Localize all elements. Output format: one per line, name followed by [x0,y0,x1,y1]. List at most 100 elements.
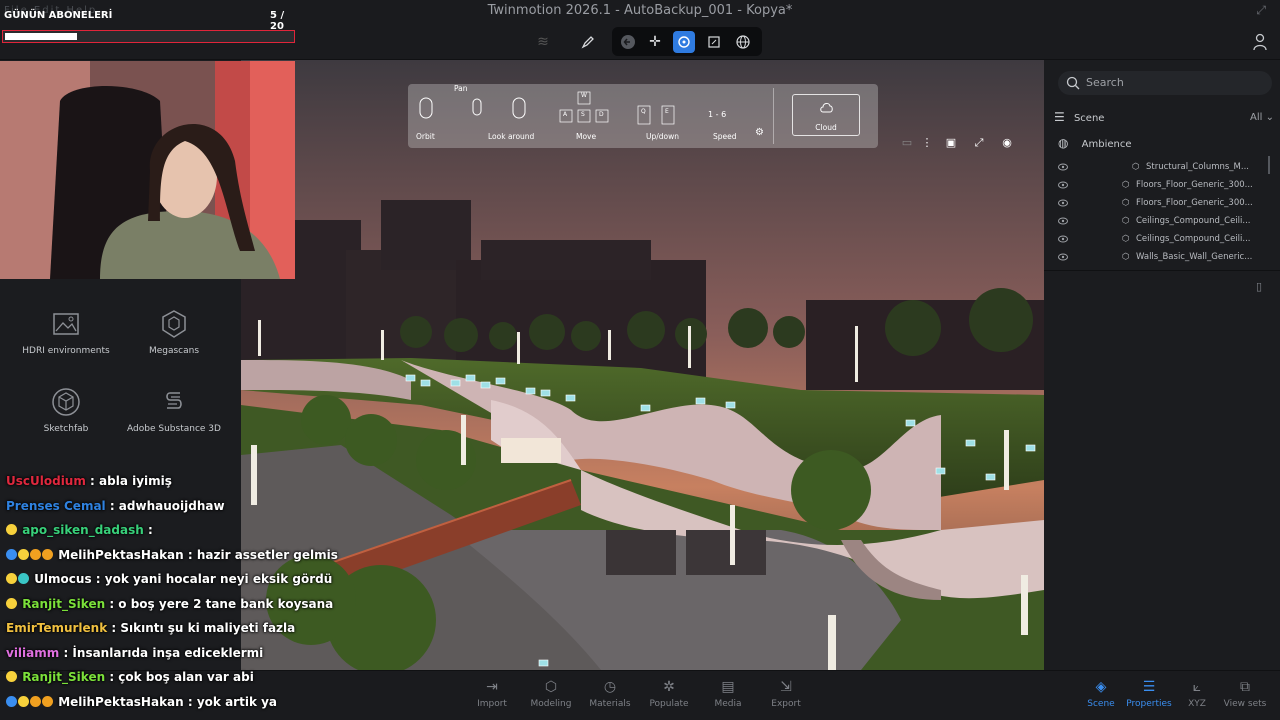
chat-message: MelihPektasHakan : hazir assetler gelmis [0,548,338,573]
export-label: Export [771,699,801,709]
expand-icon[interactable] [703,31,725,53]
library-item-label: Megascans [148,346,200,356]
orbit-label: Orbit [416,132,435,141]
eye-icon[interactable] [1058,199,1068,207]
tree-item[interactable]: ⬡ Ceilings_Compound_Ceili... [1058,232,1258,250]
chat-badge-icon [6,524,17,535]
import-tab[interactable]: ⇥ Import [462,679,522,709]
screenshot-icon[interactable]: ▣ [941,136,961,154]
library-item-label: Sketchfab [43,424,89,434]
view-sets-label: View sets [1223,699,1267,709]
orbit-icon[interactable] [673,31,695,53]
tree-item[interactable]: ⬡ Walls_Basic_Wall_Generic... [1058,250,1258,268]
tree-item[interactable]: ⬡ Structural_Columns_M... [1058,160,1258,178]
chat-badge-icon [6,548,17,560]
pan-label: Pan [454,84,468,93]
chat-badge-icon [18,548,29,560]
library-item-hdri[interactable]: HDRI environments [6,308,126,356]
settings-gear-icon[interactable]: ⚙ [755,127,764,138]
tree-item-label: Floors_Floor_Generic_300... [1136,198,1253,208]
viewport-3d[interactable]: ▭ ⋮ ▣ ⤢ ◉ [241,60,1044,670]
pen-icon[interactable] [577,31,599,53]
globe-icon: ◍ [1058,136,1069,150]
cloud-button[interactable]: Cloud [792,94,860,136]
media-label: Media [714,699,742,709]
user-icon[interactable] [1252,33,1268,51]
scene-filter-label: All [1250,112,1263,123]
chat-username[interactable]: viliamm [6,646,59,660]
media-tab[interactable]: ▤ Media [698,679,758,709]
library-item-sketchfab[interactable]: Sketchfab [6,386,126,434]
chat-badge-icon [6,695,17,707]
materials-tab[interactable]: ◷ Materials [580,679,640,709]
globe-icon[interactable] [732,31,754,53]
fullscreen-icon[interactable]: ⤢ [969,136,989,154]
chat-overlay: UscUlodium : abla iyimiş Prenses Cemal : … [0,474,338,719]
view-sets-tab[interactable]: ⧉ View sets [1215,679,1275,709]
scrollbar[interactable] [1268,156,1270,174]
chat-username[interactable]: Prenses Cemal [6,499,106,513]
mesh-icon: ⬡ [1122,252,1130,262]
more-options-icon[interactable]: ⋮ [917,136,937,154]
tree-item[interactable]: ⬡ Floors_Floor_Generic_300... [1058,196,1258,214]
library-item-label: HDRI environments [22,346,110,356]
chat-badge-icon [42,695,53,707]
scene-label: Scene [1073,113,1105,124]
media-icon: ▤ [721,679,735,695]
eye-icon[interactable] [1058,235,1068,243]
chat-username[interactable]: UscUlodium [6,474,86,488]
chat-username[interactable]: MelihPektasHakan [58,695,184,709]
library-item-substance[interactable]: Adobe Substance 3D [114,386,234,434]
scene-header: ☰ Scene All ⌄ [1054,110,1274,124]
layers-icon[interactable]: ≋ [532,31,554,53]
mesh-icon: ⬡ [1132,162,1140,172]
panel-toggle-icon[interactable]: ▯ [1256,280,1262,293]
eye-icon[interactable] [1058,181,1068,189]
tree-item[interactable]: ⬡ Floors_Floor_Generic_300... [1058,178,1258,196]
search-placeholder: Search [1086,76,1124,89]
key-d: D [599,111,604,118]
mesh-icon: ⬡ [1122,198,1130,208]
chat-username[interactable]: EmirTemurlenk [6,621,107,635]
modeling-tab[interactable]: ⬡ Modeling [521,679,581,709]
export-tab[interactable]: ⇲ Export [756,679,816,709]
list-icon: ☰ [1054,110,1065,124]
eye-icon[interactable] [1058,253,1068,261]
chat-message: Ranjit_Siken : çok boş alan var abi [0,670,330,695]
visibility-icon[interactable]: ◉ [997,136,1017,154]
chat-username[interactable]: Ranjit_Siken [22,670,105,684]
populate-tab[interactable]: ✲ Populate [639,679,699,709]
camera-icon[interactable]: ▭ [897,136,917,154]
library-item-label: Adobe Substance 3D [127,424,221,434]
move-icon[interactable]: ✛ [644,31,666,53]
materials-label: Materials [589,699,631,709]
maximize-icon[interactable]: ⤢ [1256,3,1266,18]
subscriber-goal-title: GÜNÜN ABONELERİ [4,10,113,21]
scene-filter[interactable]: All ⌄ [1250,112,1274,123]
subscriber-goal: GÜNÜN ABONELERİ 5 / 20 [0,0,300,56]
mesh-icon: ⬡ [1122,234,1130,244]
mouse-icon [419,97,526,119]
hud-divider [773,88,774,144]
library-item-megascans[interactable]: Megascans [114,308,234,356]
chat-text: : o boş yere 2 tane bank koysana [105,596,334,611]
substance-icon [158,386,190,418]
tree-item[interactable]: ⬡ Ceilings_Compound_Ceili... [1058,214,1258,232]
chat-username[interactable]: MelihPektasHakan [58,548,184,562]
chat-text: : abla iyimiş [85,474,172,488]
chat-text: : hazir assetler gelmis [183,547,338,562]
modeling-label: Modeling [530,699,572,709]
ambience-item[interactable]: ◍ Ambience [1058,136,1132,150]
chat-message: UscUlodium : abla iyimiş [0,474,330,499]
import-label: Import [477,699,507,709]
chat-username[interactable]: apo_siken_dadash [22,523,144,537]
tree-item-label: Floors_Floor_Generic_300... [1136,180,1253,190]
wasd-keys [559,91,609,123]
chat-text: : adwhauoijdhaw [105,498,225,513]
chat-username[interactable]: Ulmocus [34,572,91,586]
eye-icon[interactable] [1058,217,1068,225]
search-input[interactable]: Search [1058,71,1272,95]
arrow-left-icon[interactable] [617,31,639,53]
chat-username[interactable]: Ranjit_Siken [22,597,105,611]
eye-icon[interactable] [1058,163,1068,171]
